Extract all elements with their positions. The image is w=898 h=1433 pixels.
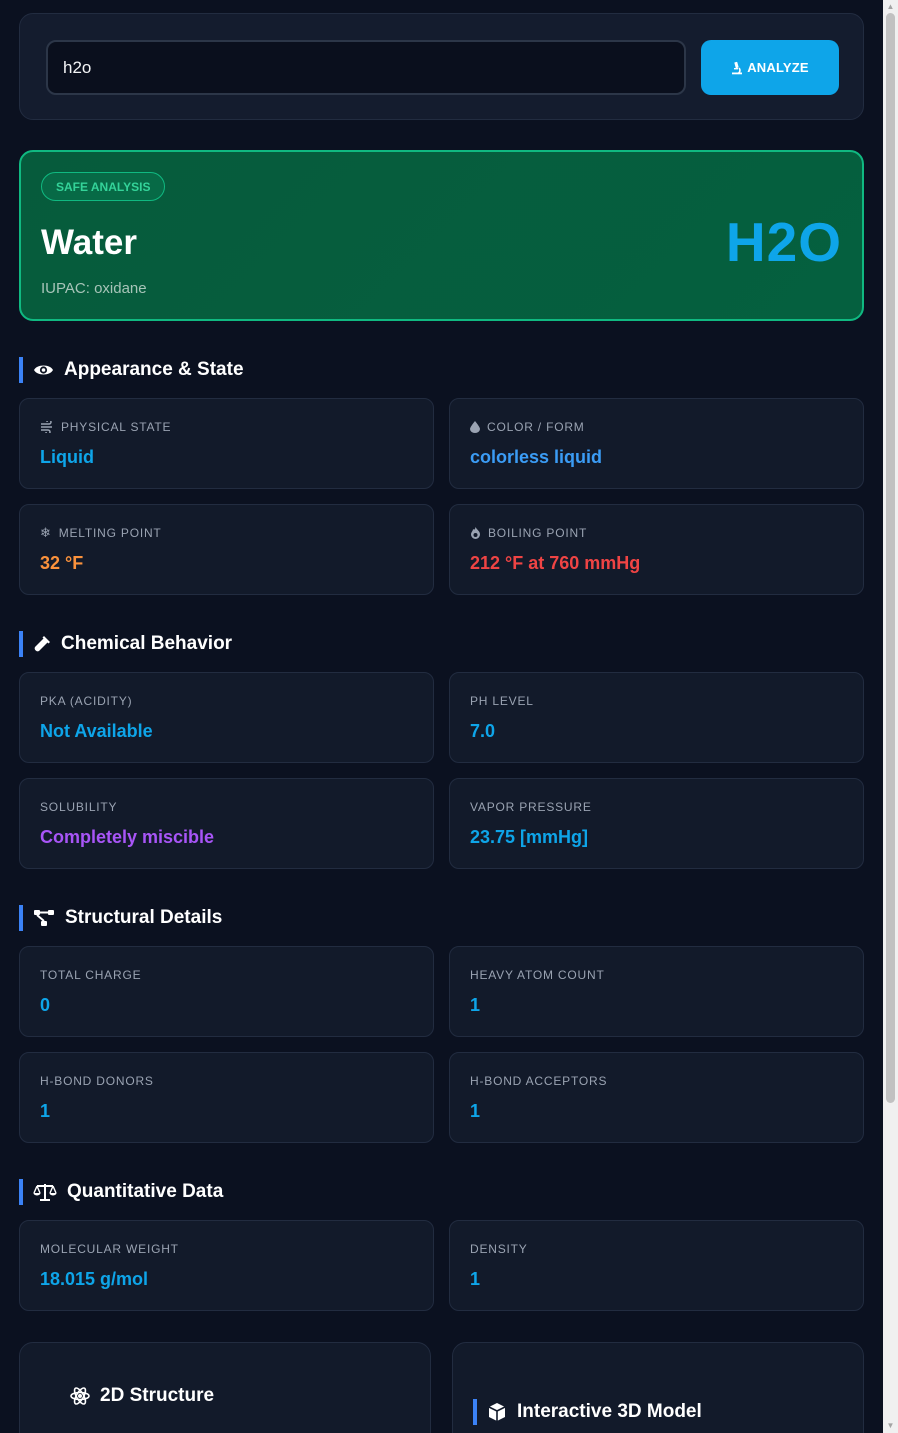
card-value: 1 xyxy=(470,1101,481,1121)
card-value: 7.0 xyxy=(470,721,496,741)
cube-icon xyxy=(488,1403,506,1421)
hbond-acceptors-card: H-BOND ACCEPTORS 1 xyxy=(449,1052,864,1143)
card-value: 0 xyxy=(40,995,51,1015)
card-value: 212 °F at 760 mmHg xyxy=(470,553,641,573)
card-label: MOLECULAR WEIGHT xyxy=(40,1242,179,1256)
card-label: HEAVY ATOM COUNT xyxy=(470,968,605,982)
section-title-text: Appearance & State xyxy=(64,359,244,380)
structure-2d-panel: 2D Structure xyxy=(19,1342,431,1433)
fire-icon xyxy=(471,527,480,539)
card-value: 23.75 [mmHg] xyxy=(470,827,589,847)
total-charge-card: TOTAL CHARGE 0 xyxy=(19,946,434,1037)
card-label: H-BOND DONORS xyxy=(40,1074,154,1088)
molecular-weight-card: MOLECULAR WEIGHT 18.015 g/mol xyxy=(19,1220,434,1311)
test-tube-icon xyxy=(34,636,50,652)
solubility-card: SOLUBILITY Completely miscible xyxy=(19,778,434,869)
card-value: colorless liquid xyxy=(470,447,603,467)
structural-section: Structural Details TOTAL CHARGE 0 HEAVY … xyxy=(19,905,864,1143)
card-value: 1 xyxy=(470,995,481,1015)
card-value: 32 °F xyxy=(40,553,84,573)
eye-icon xyxy=(34,365,53,375)
ph-card: PH LEVEL 7.0 xyxy=(449,672,864,763)
panel-title-text: Interactive 3D Model xyxy=(517,1401,702,1422)
visualization-row: 2D Structure Interactive 3D Model xyxy=(19,1342,864,1433)
snowflake-icon: ❄ xyxy=(40,525,52,541)
appearance-section: Appearance & State PHYSICAL STATE Liquid… xyxy=(19,357,864,595)
section-title-text: Quantitative Data xyxy=(67,1181,224,1202)
heavy-atom-count-card: HEAVY ATOM COUNT 1 xyxy=(449,946,864,1037)
panel-title-text: 2D Structure xyxy=(100,1385,215,1406)
melting-point-card: ❄ MELTING POINT 32 °F xyxy=(19,504,434,595)
balance-scale-icon xyxy=(33,1184,57,1201)
model-3d-title: Interactive 3D Model xyxy=(473,1399,702,1425)
card-label: COLOR / FORM xyxy=(487,420,585,434)
scroll-up-arrow-icon[interactable]: ▲ xyxy=(886,2,895,12)
atom-icon xyxy=(70,1387,90,1405)
page-container: ANALYZE SAFE ANALYSIS Water IUPAC: oxida… xyxy=(19,13,864,1433)
card-value: 1 xyxy=(40,1101,51,1121)
search-input[interactable] xyxy=(46,40,686,95)
section-title-appearance: Appearance & State xyxy=(19,357,864,383)
card-value: Not Available xyxy=(40,721,153,741)
hbond-donors-card: H-BOND DONORS 1 xyxy=(19,1052,434,1143)
card-label: PH LEVEL xyxy=(470,694,534,708)
card-value: Liquid xyxy=(40,447,94,467)
section-title-text: Structural Details xyxy=(65,907,223,928)
card-value: 1 xyxy=(470,1269,481,1289)
card-label: VAPOR PRESSURE xyxy=(470,800,592,814)
card-label: TOTAL CHARGE xyxy=(40,968,142,982)
card-label: SOLUBILITY xyxy=(40,800,118,814)
appearance-grid: PHYSICAL STATE Liquid COLOR / FORM color… xyxy=(19,398,864,595)
structural-grid: TOTAL CHARGE 0 HEAVY ATOM COUNT 1 H-BOND… xyxy=(19,946,864,1143)
section-title-text: Chemical Behavior xyxy=(61,633,233,654)
section-title-quantitative: Quantitative Data xyxy=(19,1179,864,1205)
chemical-grid: PKA (ACIDITY) Not Available PH LEVEL 7.0… xyxy=(19,672,864,869)
vapor-pressure-card: VAPOR PRESSURE 23.75 [mmHg] xyxy=(449,778,864,869)
droplet-icon xyxy=(470,421,480,433)
color-form-card: COLOR / FORM colorless liquid xyxy=(449,398,864,489)
quantitative-section: Quantitative Data MOLECULAR WEIGHT 18.01… xyxy=(19,1179,864,1311)
structure-2d-title: 2D Structure xyxy=(70,1385,214,1407)
pka-card: PKA (ACIDITY) Not Available xyxy=(19,672,434,763)
quantitative-grid: MOLECULAR WEIGHT 18.015 g/mol DENSITY 1 xyxy=(19,1220,864,1311)
wind-icon xyxy=(41,421,52,433)
card-label: MELTING POINT xyxy=(58,526,162,540)
card-label: DENSITY xyxy=(470,1242,528,1256)
card-label: H-BOND ACCEPTORS xyxy=(470,1074,608,1088)
card-label: BOILING POINT xyxy=(488,526,588,540)
density-card: DENSITY 1 xyxy=(449,1220,864,1311)
safety-badge: SAFE ANALYSIS xyxy=(41,172,166,201)
card-label: PHYSICAL STATE xyxy=(61,420,172,434)
card-value: Completely miscible xyxy=(40,827,215,847)
analyze-button[interactable]: ANALYZE xyxy=(701,40,839,95)
boiling-point-card: BOILING POINT 212 °F at 760 mmHg xyxy=(449,504,864,595)
microscope-icon xyxy=(732,61,743,74)
card-value: 18.015 g/mol xyxy=(40,1269,149,1289)
compound-header-card: SAFE ANALYSIS Water IUPAC: oxidane H2O xyxy=(19,150,864,321)
model-3d-panel: Interactive 3D Model xyxy=(452,1342,864,1433)
vertical-scrollbar[interactable]: ▲ ▼ xyxy=(883,0,898,1433)
molecular-formula: H2O xyxy=(725,211,842,273)
card-label: PKA (ACIDITY) xyxy=(40,694,133,708)
compound-name: Water xyxy=(41,223,137,262)
search-card: ANALYZE xyxy=(19,13,864,120)
physical-state-card: PHYSICAL STATE Liquid xyxy=(19,398,434,489)
scroll-down-arrow-icon[interactable]: ▼ xyxy=(886,1421,895,1431)
chemical-section: Chemical Behavior PKA (ACIDITY) Not Avai… xyxy=(19,631,864,869)
section-title-structural: Structural Details xyxy=(19,905,864,931)
molecule-network-icon xyxy=(34,910,54,926)
section-title-chemical: Chemical Behavior xyxy=(19,631,864,657)
iupac-name: IUPAC: oxidane xyxy=(41,280,147,297)
scrollbar-thumb[interactable] xyxy=(886,13,895,1103)
analyze-button-label: ANALYZE xyxy=(747,60,809,75)
